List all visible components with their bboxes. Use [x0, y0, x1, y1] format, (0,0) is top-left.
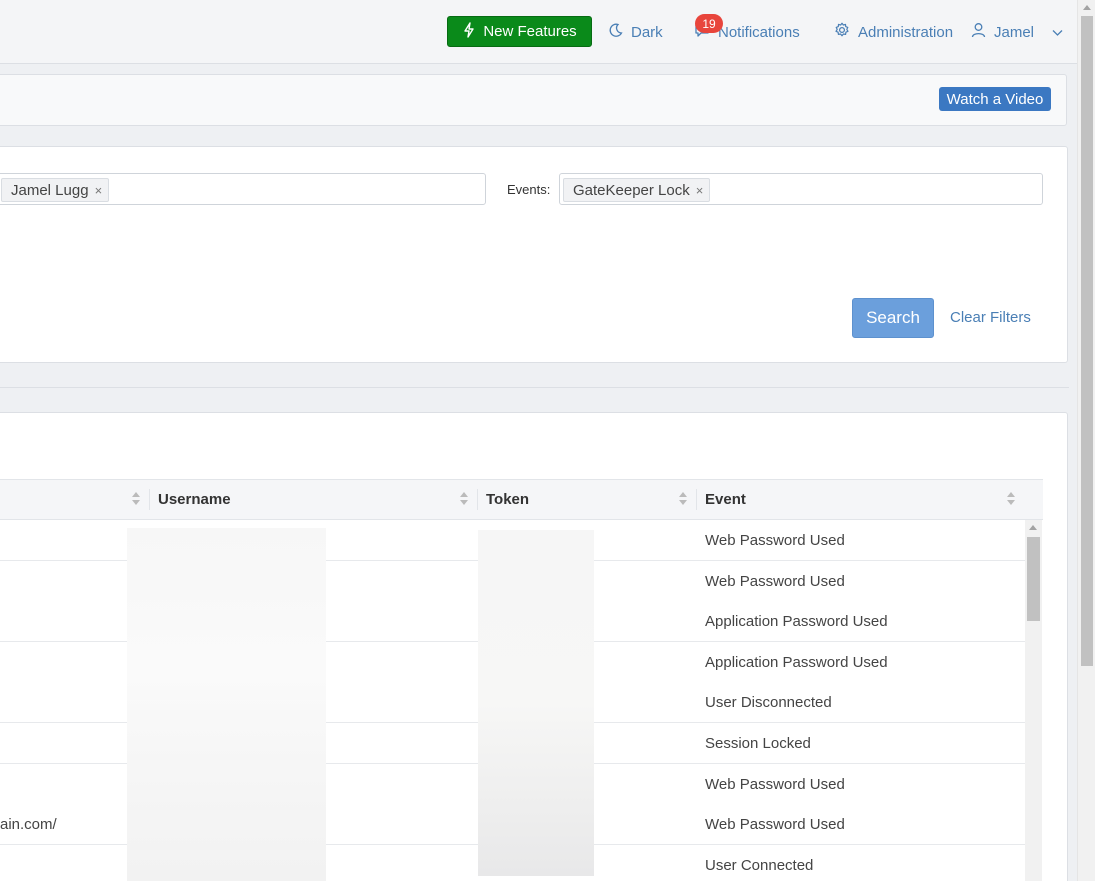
table-scrollbar[interactable]: [1025, 520, 1042, 881]
lightning-icon: [462, 21, 476, 42]
column-separator: [696, 489, 697, 510]
page-scrollbar-thumb[interactable]: [1081, 16, 1093, 666]
event-cell: Application Password Used: [705, 612, 888, 630]
column-separator: [477, 489, 478, 510]
event-cell: Web Password Used: [705, 531, 845, 549]
sort-token-icon[interactable]: [679, 491, 687, 507]
dark-label: Dark: [631, 23, 663, 41]
user-filter-tag: Jamel Lugg ×: [1, 178, 110, 202]
column-username[interactable]: Username: [158, 479, 231, 520]
notifications-count-badge: 19: [695, 14, 723, 33]
events-filter-tag-label: GateKeeper Lock: [573, 181, 690, 199]
help-banner: [0, 74, 1067, 126]
page-scroll-up-arrow-icon[interactable]: [1083, 5, 1091, 10]
events-label: Events:: [507, 182, 551, 197]
section-divider: [0, 387, 1069, 388]
remove-events-tag-icon[interactable]: ×: [696, 183, 704, 198]
clear-filters-link[interactable]: Clear Filters: [950, 309, 1031, 326]
watch-video-button[interactable]: Watch a Video: [939, 87, 1051, 111]
new-features-label: New Features: [483, 23, 577, 40]
redacted-token-column: [478, 530, 594, 876]
event-cell: User Connected: [705, 856, 814, 874]
event-cell: Application Password Used: [705, 653, 888, 671]
event-cell: Web Password Used: [705, 775, 845, 793]
administration-label: Administration: [858, 23, 954, 41]
event-cell: Web Password Used: [705, 815, 845, 833]
user-icon: [971, 22, 986, 42]
new-features-button[interactable]: New Features: [447, 16, 592, 47]
sort-event-icon[interactable]: [1007, 491, 1015, 507]
event-cell: Session Locked: [705, 734, 811, 752]
dark-mode-toggle[interactable]: Dark: [608, 21, 663, 43]
events-filter-tag: GateKeeper Lock ×: [563, 178, 711, 202]
event-cell: Web Password Used: [705, 572, 845, 590]
search-button[interactable]: Search: [852, 298, 934, 338]
column-event[interactable]: Event: [705, 479, 746, 520]
events-filter-select[interactable]: GateKeeper Lock ×: [559, 173, 1043, 205]
remove-user-tag-icon[interactable]: ×: [95, 183, 103, 198]
gear-icon: [834, 22, 850, 42]
sort-icon[interactable]: [132, 491, 140, 507]
notifications-label: Notifications: [718, 23, 800, 41]
user-name: Jamel: [994, 23, 1035, 41]
row-partial-cell: ain.com/: [0, 815, 57, 833]
table-scrollbar-thumb[interactable]: [1027, 537, 1040, 621]
user-filter-tag-label: Jamel Lugg: [11, 181, 89, 199]
sort-username-icon[interactable]: [460, 491, 468, 507]
scroll-up-arrow-icon[interactable]: [1029, 525, 1037, 530]
event-cell: User Disconnected: [705, 693, 832, 711]
user-filter-select[interactable]: Jamel Lugg ×: [0, 173, 486, 205]
column-token[interactable]: Token: [486, 479, 529, 520]
redacted-username-column: [127, 528, 326, 881]
page-scrollbar[interactable]: [1077, 0, 1095, 881]
user-menu[interactable]: Jamel: [971, 21, 1063, 43]
administration-link[interactable]: Administration: [834, 21, 953, 43]
chevron-down-icon: [1052, 24, 1063, 41]
moon-icon: [608, 23, 623, 42]
column-separator: [149, 489, 150, 510]
